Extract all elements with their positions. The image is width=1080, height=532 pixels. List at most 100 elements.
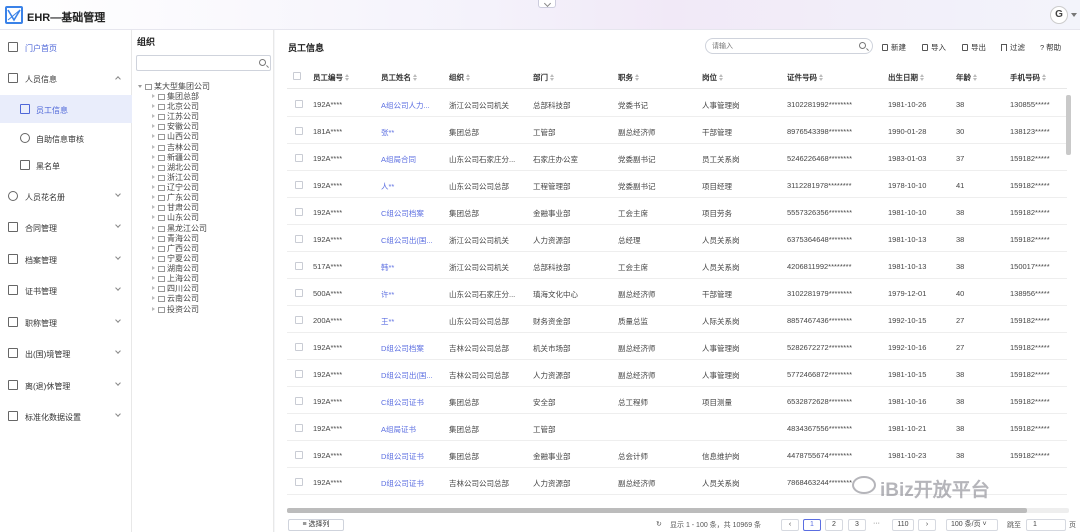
- collapse-header-button[interactable]: [538, 0, 556, 8]
- table-cell[interactable]: A组局证书: [381, 424, 443, 435]
- row-checkbox[interactable]: [295, 478, 303, 486]
- sidebar-item-abroad[interactable]: 出(国)境管理: [0, 339, 132, 367]
- row-checkbox[interactable]: [295, 316, 303, 324]
- sidebar-item-standard-data[interactable]: 标准化数据设置: [0, 402, 132, 430]
- sidebar-item-archive[interactable]: 档案管理: [0, 245, 132, 273]
- table-cell[interactable]: C组公司出(国...: [381, 235, 443, 246]
- caret-right-icon[interactable]: [152, 225, 155, 230]
- sidebar-item-retire[interactable]: 离(退)休管理: [0, 371, 132, 399]
- tree-node[interactable]: 青海公司: [152, 233, 199, 243]
- tree-node[interactable]: 云南公司: [152, 293, 199, 303]
- page-size-select[interactable]: 100 条/页 ˅: [946, 519, 998, 531]
- column-header[interactable]: 职务: [618, 72, 640, 83]
- row-checkbox[interactable]: [295, 208, 303, 216]
- row-checkbox[interactable]: [295, 181, 303, 189]
- table-cell[interactable]: 人**: [381, 181, 443, 192]
- column-header[interactable]: 员工姓名: [381, 72, 418, 83]
- table-row[interactable]: 192A**** A组公司人力... 浙江公司公司机关 总部科技部 党委书记 人事管理岗 3…: [287, 90, 1067, 117]
- filter-button[interactable]: 过滤: [1001, 42, 1025, 53]
- sidebar-item-self-review[interactable]: 自助信息审核: [0, 124, 132, 152]
- tree-node[interactable]: 北京公司: [152, 101, 199, 111]
- row-checkbox[interactable]: [295, 262, 303, 270]
- table-row[interactable]: 181A**** 张** 集团总部 工管部 副总经济师 干部管理 8976543398***…: [287, 117, 1067, 144]
- caret-right-icon[interactable]: [152, 215, 155, 220]
- sidebar-item-blacklist[interactable]: 黑名单: [0, 151, 132, 179]
- sort-icon[interactable]: [819, 74, 824, 81]
- column-header[interactable]: 岗位: [702, 72, 724, 83]
- row-checkbox[interactable]: [295, 424, 303, 432]
- sidebar-item-home[interactable]: 门户首页: [0, 33, 132, 61]
- export-button[interactable]: 导出: [962, 42, 986, 53]
- search-icon[interactable]: [259, 59, 266, 66]
- table-cell[interactable]: 王**: [381, 316, 443, 327]
- search-icon[interactable]: [859, 42, 866, 49]
- table-row[interactable]: 192A**** 人** 山东公司公司总部 工程管理部 党委副书记 项目经理 3112281…: [287, 171, 1067, 198]
- tree-node[interactable]: 山西公司: [152, 131, 199, 141]
- table-cell[interactable]: C组公司证书: [381, 397, 443, 408]
- caret-right-icon[interactable]: [152, 255, 155, 260]
- refresh-icon[interactable]: ↻: [656, 520, 662, 528]
- user-avatar[interactable]: G: [1050, 6, 1068, 24]
- table-row[interactable]: 192A**** A组局证书 集团总部 工管部 4834367556******** 19…: [287, 414, 1067, 441]
- table-cell[interactable]: A组局合同: [381, 154, 443, 165]
- caret-right-icon[interactable]: [152, 144, 155, 149]
- sort-icon[interactable]: [1042, 74, 1047, 81]
- caret-right-icon[interactable]: [152, 154, 155, 159]
- page-3-button[interactable]: 3: [848, 519, 866, 531]
- sidebar-item-title[interactable]: 职称管理: [0, 308, 132, 336]
- table-row[interactable]: 500A**** 许** 山东公司石家庄分... 瑱海文化中心 副总经济师 干部管理 310…: [287, 279, 1067, 306]
- table-cell[interactable]: D组公司档案: [381, 343, 443, 354]
- caret-right-icon[interactable]: [152, 195, 155, 200]
- caret-right-icon[interactable]: [152, 94, 155, 98]
- tree-node[interactable]: 湖南公司: [152, 263, 199, 273]
- tree-node[interactable]: 安徽公司: [152, 121, 199, 131]
- tree-node[interactable]: 江苏公司: [152, 111, 199, 121]
- help-button[interactable]: ? 帮助: [1040, 42, 1061, 53]
- caret-right-icon[interactable]: [152, 185, 155, 190]
- row-checkbox[interactable]: [295, 289, 303, 297]
- row-checkbox[interactable]: [295, 235, 303, 243]
- avatar-dropdown-icon[interactable]: [1071, 13, 1077, 17]
- sort-icon[interactable]: [719, 74, 724, 81]
- table-cell[interactable]: 韩**: [381, 262, 443, 273]
- sort-icon[interactable]: [920, 74, 925, 81]
- tree-node[interactable]: 宁夏公司: [152, 253, 199, 263]
- sort-icon[interactable]: [466, 74, 471, 81]
- table-row[interactable]: 192A**** D组公司档案 吉林公司公司总部 机关市场部 副总经济师 人事管理岗 528…: [287, 333, 1067, 360]
- caret-right-icon[interactable]: [152, 235, 155, 240]
- caret-right-icon[interactable]: [152, 164, 155, 169]
- table-row[interactable]: 192A**** C组公司档案 集团总部 金融事业部 工会主席 项目劳务 555732635…: [287, 198, 1067, 225]
- row-checkbox[interactable]: [295, 100, 303, 108]
- table-cell[interactable]: D组公司证书: [381, 478, 443, 489]
- caret-right-icon[interactable]: [152, 266, 155, 271]
- column-header[interactable]: 组织: [449, 72, 471, 83]
- column-header[interactable]: 出生日期: [888, 72, 925, 83]
- sidebar-item-roster[interactable]: 人员花名册: [0, 182, 132, 210]
- caret-right-icon[interactable]: [152, 124, 155, 129]
- select-all-checkbox[interactable]: [293, 72, 301, 80]
- table-row[interactable]: 192A**** D组公司出(国... 吉林公司公司总部 人力资源部 副总经济师 人事管理…: [287, 360, 1067, 387]
- table-row[interactable]: 192A**** C组公司出(国... 浙江公司公司机关 人力资源部 总经理 人员关系岗 6…: [287, 225, 1067, 252]
- tree-node[interactable]: 辽宁公司: [152, 182, 199, 192]
- tree-node[interactable]: 上海公司: [152, 273, 199, 283]
- sort-icon[interactable]: [973, 74, 978, 81]
- column-header[interactable]: 年龄: [956, 72, 978, 83]
- sidebar-item-employee-info[interactable]: 员工信息: [0, 95, 132, 123]
- sort-icon[interactable]: [413, 74, 418, 81]
- row-checkbox[interactable]: [295, 127, 303, 135]
- tree-node[interactable]: 黑龙江公司: [152, 223, 207, 233]
- tree-node[interactable]: 广西公司: [152, 243, 199, 253]
- tree-node[interactable]: 投资公司: [152, 304, 199, 314]
- tree-node[interactable]: 山东公司: [152, 212, 199, 222]
- caret-right-icon[interactable]: [152, 174, 155, 179]
- sidebar-item-personnel[interactable]: 人员信息: [0, 64, 132, 92]
- column-header[interactable]: 员工编号: [313, 72, 350, 83]
- prev-page-button[interactable]: ‹: [781, 519, 799, 531]
- column-header[interactable]: 证件号码: [787, 72, 824, 83]
- column-header[interactable]: 手机号码: [1010, 72, 1047, 83]
- sidebar-item-certificate[interactable]: 证书管理: [0, 276, 132, 304]
- import-button[interactable]: 导入: [922, 42, 946, 53]
- tree-node[interactable]: 吉林公司: [152, 142, 199, 152]
- caret-right-icon[interactable]: [152, 205, 155, 210]
- tree-node[interactable]: 广东公司: [152, 192, 199, 202]
